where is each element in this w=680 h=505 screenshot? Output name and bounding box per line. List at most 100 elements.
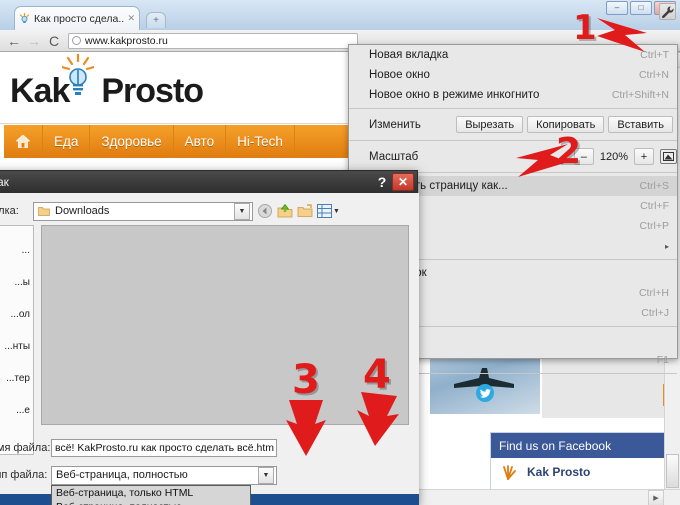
facebook-widget-header: Find us on Facebook — [491, 433, 664, 458]
menu-item-shortcut: Ctrl+P — [639, 220, 669, 232]
chevron-down-icon[interactable]: ▼ — [258, 466, 274, 484]
menu-item-shortcut: Ctrl+J — [641, 307, 669, 319]
chevron-down-icon[interactable]: ▼ — [234, 202, 250, 220]
menu-separator — [349, 108, 677, 109]
minimize-button[interactable]: – — [606, 1, 628, 15]
fullscreen-glyph-icon — [663, 152, 674, 161]
filetype-label: Тип файла: — [0, 469, 48, 481]
place-item[interactable]: ...ол — [0, 290, 33, 322]
menu-item-shortcut: Ctrl+H — [638, 287, 669, 299]
new-tab-button[interactable]: + — [146, 12, 166, 28]
menu-item-new-window[interactable]: Новое окно Ctrl+N — [349, 65, 677, 85]
menu-item-label: Новое окно — [369, 69, 430, 81]
menu-item-incognito-window[interactable]: Новое окно в режиме инкогнито Ctrl+Shift… — [349, 85, 677, 105]
logo-text-kak: Kak — [10, 72, 70, 110]
filename-value: всё! KakProsto.ru как просто сделать всё… — [55, 442, 275, 454]
place-item[interactable]: ... — [0, 226, 33, 258]
menu-item-shortcut: Ctrl+F — [640, 200, 669, 212]
menu-row-edit: Изменить Вырезать Копировать Вставить — [349, 112, 677, 137]
menu-edit-label: Изменить — [369, 118, 421, 131]
place-item[interactable]: ...нты — [0, 322, 33, 354]
file-list-area[interactable] — [41, 225, 409, 425]
filetype-value: Веб-страница, полностью — [56, 469, 188, 481]
help-icon[interactable]: ? — [372, 173, 392, 191]
menu-item-label: Новое окно в режиме инкогнито — [369, 89, 540, 101]
site-main-nav: Еда Здоровье Авто Hi-Tech — [4, 125, 348, 158]
zoom-level-value: 120% — [599, 150, 628, 163]
close-icon[interactable]: ✕ — [392, 173, 414, 191]
up-folder-icon[interactable] — [277, 203, 293, 219]
new-folder-icon[interactable] — [297, 203, 313, 219]
filetype-option[interactable]: Веб-страница, полностью — [52, 500, 250, 505]
dialog-body: ...лка: Downloads ▼ — [0, 193, 419, 505]
back-icon[interactable] — [257, 203, 273, 219]
address-bar[interactable]: www.kakprosto.ru — [68, 32, 358, 49]
chevron-down-icon[interactable]: ▼ — [333, 208, 340, 215]
place-item[interactable]: ...тер — [0, 354, 33, 386]
nav-item-avto[interactable]: Авто — [174, 125, 227, 158]
back-button[interactable]: ← — [4, 32, 24, 50]
menu-item-shortcut: F1 — [656, 354, 669, 366]
view-mode-icon[interactable] — [317, 204, 332, 218]
zoom-in-button[interactable]: + — [634, 148, 654, 165]
site-header: Kak Prosto — [0, 52, 348, 124]
nav-item-home[interactable] — [4, 125, 43, 158]
annotation-number-1: 1 — [573, 8, 597, 48]
chrome-browser-window: Kak Prosto Еда Здоровье Авто Hi-Tech Fin… — [0, 0, 680, 505]
favicon-icon — [19, 13, 30, 23]
folder-label: ...лка: — [0, 205, 19, 217]
filetype-row: Тип файла: Веб-страница, полностью ▼ Отм… — [0, 465, 409, 485]
browser-tab[interactable]: Как просто сдела... ✕ — [14, 6, 140, 30]
site-logo[interactable]: Kak Prosto — [10, 72, 204, 111]
nav-item-hitech[interactable]: Hi-Tech — [226, 125, 295, 158]
logo-text-prosto: Prosto — [101, 72, 204, 110]
nav-item-eda[interactable]: Еда — [43, 125, 91, 158]
reload-button[interactable]: C — [44, 32, 64, 50]
filename-label: Имя файла: — [0, 442, 51, 454]
address-bar-value: www.kakprosto.ru — [85, 34, 168, 47]
twitter-badge[interactable] — [476, 384, 494, 402]
filename-input[interactable]: всё! KakProsto.ru как просто сделать всё… — [51, 439, 277, 457]
nav-item-zdorovie[interactable]: Здоровье — [90, 125, 174, 158]
page-info-icon — [72, 36, 81, 45]
scroll-right-arrow[interactable]: ▶ — [648, 490, 664, 505]
vertical-scroll-thumb[interactable] — [666, 454, 679, 488]
filename-row: Имя файла: всё! KakProsto.ru как просто … — [0, 438, 409, 458]
annotation-number-2: 2 — [556, 131, 582, 172]
filetype-combobox[interactable]: Веб-страница, полностью ▼ — [51, 465, 277, 485]
annotation-arrow-4 — [357, 392, 399, 446]
filetype-dropdown-list[interactable]: Веб-страница, только HTML Веб-страница, … — [51, 485, 251, 505]
tab-title: Как просто сдела... — [34, 12, 126, 25]
facebook-page-name: Kak Prosto — [527, 465, 591, 479]
menu-item-shortcut: Ctrl+Shift+N — [611, 89, 669, 101]
places-sidebar: ... ...ы ...ол ...нты ...тер ...е — [0, 225, 34, 455]
folder-icon — [38, 207, 50, 216]
menu-item-shortcut: Ctrl+S — [639, 180, 669, 192]
facebook-page-row[interactable]: Kak Prosto — [491, 458, 664, 486]
dialog-title-text: ...ак — [0, 175, 9, 189]
home-icon — [16, 135, 30, 148]
chevron-right-icon: ▸ — [664, 241, 669, 251]
forward-button[interactable]: → — [24, 32, 44, 50]
filetype-option[interactable]: Веб-страница, только HTML — [52, 486, 250, 500]
annotation-number-3: 3 — [292, 357, 320, 403]
place-item[interactable]: ...ы — [0, 258, 33, 290]
lightbulb-icon — [62, 54, 94, 95]
folder-combobox[interactable]: Downloads ▼ — [33, 201, 253, 221]
folder-row: ...лка: Downloads ▼ — [0, 201, 409, 221]
annotation-number-4: 4 — [363, 352, 391, 398]
twitter-bird-icon — [479, 388, 491, 398]
cut-button[interactable]: Вырезать — [456, 116, 524, 133]
paste-button[interactable]: Вставить — [608, 116, 673, 133]
annotation-arrow-1 — [597, 18, 647, 52]
fullscreen-icon[interactable] — [660, 149, 677, 164]
place-item[interactable]: ...е — [0, 386, 33, 418]
dialog-titlebar: ...ак ? ✕ — [0, 171, 417, 193]
folder-value: Downloads — [55, 205, 110, 217]
menu-item-shortcut: Ctrl+N — [638, 69, 669, 81]
save-as-dialog: ...ак ? ✕ ...лка: Downloads ▼ — [0, 170, 419, 505]
annotation-arrow-3 — [286, 400, 326, 456]
maximize-button[interactable]: □ — [630, 1, 652, 15]
sunburst-icon — [503, 465, 516, 480]
tab-close-icon[interactable]: ✕ — [127, 13, 135, 24]
